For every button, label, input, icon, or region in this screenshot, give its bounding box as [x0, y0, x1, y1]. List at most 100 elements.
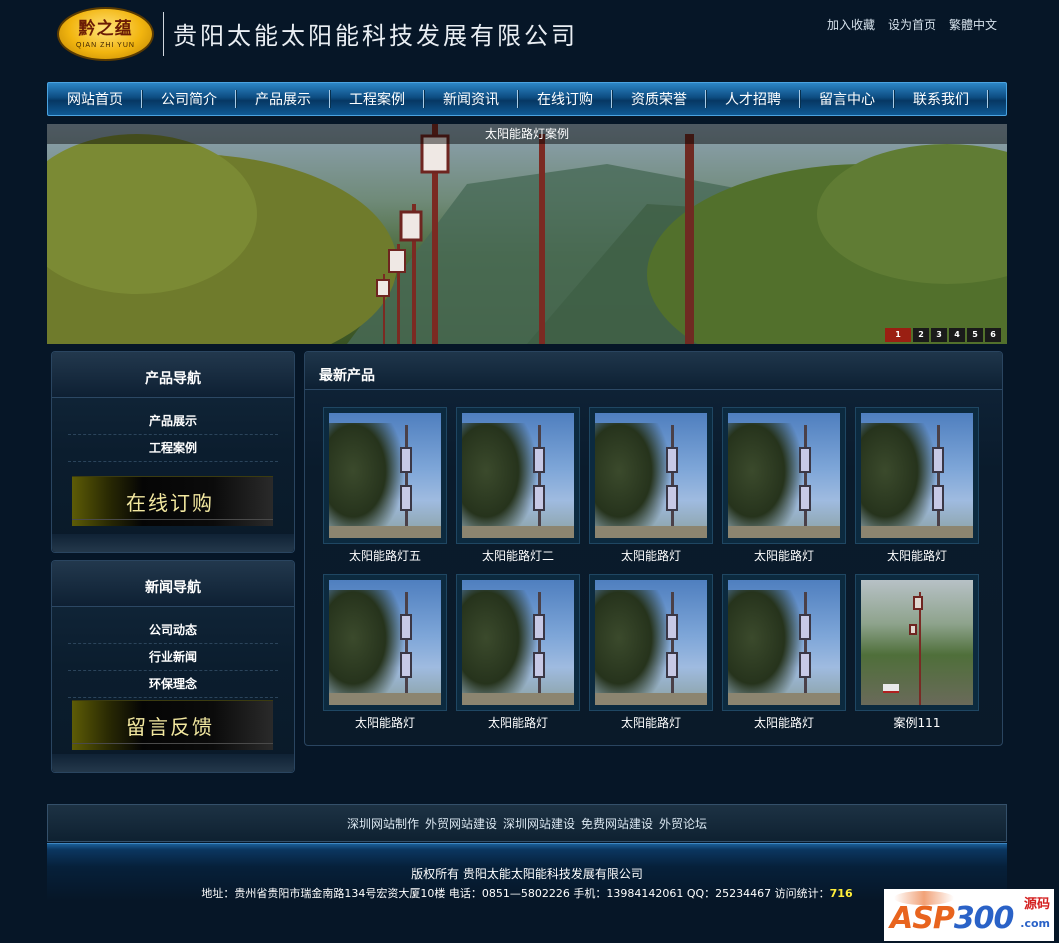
news-nav-box: 新闻导航 公司动态 行业新闻 环保理念 留言反馈 [51, 560, 295, 773]
banner-page-6[interactable]: 6 [985, 328, 1001, 342]
logo-text: 黔之蕴 [78, 18, 133, 39]
product-nav-link-products[interactable]: 产品展示 [68, 408, 278, 435]
set-homepage-link[interactable]: 设为首页 [888, 16, 936, 33]
banner-page-5[interactable]: 5 [967, 328, 983, 342]
nav-cases[interactable]: 工程案例 [330, 89, 424, 109]
company-name: 贵阳太能太阳能科技发展有限公司 [173, 22, 578, 50]
asp300-watermark-logo: ASP300 源码 .com [884, 889, 1054, 941]
product-label[interactable]: 太阳能路灯二 [456, 547, 580, 564]
product-label[interactable]: 案例111 [855, 714, 979, 731]
product-thumbnail[interactable] [722, 574, 846, 711]
product-thumbnail[interactable] [589, 574, 713, 711]
product-thumbnail[interactable] [855, 407, 979, 544]
product-card[interactable]: 太阳能路灯五 [323, 407, 447, 570]
product-grid: 太阳能路灯五 太阳能路灯二 太阳能路灯 太阳能路灯 太阳能路灯 太阳能路灯 太阳… [323, 407, 979, 737]
product-card[interactable]: 太阳能路灯 [855, 407, 979, 570]
product-card[interactable]: 太阳能路灯 [722, 574, 846, 737]
product-thumbnail[interactable] [323, 574, 447, 711]
footer: 版权所有 贵阳太能太阳能科技发展有限公司 地址：贵州省贵阳市瑞金南路134号宏资… [47, 843, 1007, 901]
nav-products[interactable]: 产品展示 [236, 89, 330, 109]
visit-count: 716 [829, 887, 853, 900]
product-card[interactable]: 太阳能路灯二 [456, 407, 580, 570]
product-thumbnail[interactable] [456, 574, 580, 711]
product-image [329, 580, 441, 705]
news-nav-footer [52, 754, 294, 772]
product-nav-footer [52, 534, 294, 552]
product-nav-link-cases[interactable]: 工程案例 [68, 435, 278, 462]
add-favorite-link[interactable]: 加入收藏 [827, 16, 875, 33]
product-nav-box: 产品导航 产品展示 工程案例 在线订购 [51, 351, 295, 553]
banner-image [47, 124, 1007, 344]
banner-slideshow[interactable]: 太阳能路灯案例 1 2 3 4 5 6 [47, 124, 1007, 344]
friend-link[interactable]: 外贸论坛 [659, 815, 707, 832]
banner-pagination: 1 2 3 4 5 6 [885, 328, 1001, 342]
product-card[interactable]: 太阳能路灯 [589, 407, 713, 570]
logo-subtext: QIAN ZHI YUN [76, 41, 135, 49]
product-image [595, 413, 707, 538]
product-label[interactable]: 太阳能路灯 [722, 714, 846, 731]
friend-links-bar: 深圳网站制作 外贸网站建设 深圳网站建设 免费网站建设 外贸论坛 [47, 804, 1007, 842]
top-links: 加入收藏 设为首页 繁體中文 [827, 16, 997, 33]
watermark-brand: ASP300 [890, 901, 1014, 936]
product-image [861, 580, 973, 705]
product-card[interactable]: 太阳能路灯 [456, 574, 580, 737]
contact-info: 地址：贵州省贵阳市瑞金南路134号宏资大厦10楼 电话：0851—5802226… [47, 885, 1007, 901]
news-nav-list: 公司动态 行业新闻 环保理念 [52, 607, 294, 698]
page: 黔之蕴 QIAN ZHI YUN 贵阳太能太阳能科技发展有限公司 加入收藏 设为… [0, 0, 1059, 943]
banner-page-2[interactable]: 2 [913, 328, 929, 342]
banner-page-4[interactable]: 4 [949, 328, 965, 342]
copyright-text: 版权所有 贵阳太能太阳能科技发展有限公司 [411, 867, 643, 881]
logo[interactable]: 黔之蕴 QIAN ZHI YUN [57, 7, 154, 61]
nav-contact[interactable]: 联系我们 [894, 89, 988, 109]
header: 黔之蕴 QIAN ZHI YUN 贵阳太能太阳能科技发展有限公司 加入收藏 设为… [47, 0, 1007, 80]
product-label[interactable]: 太阳能路灯 [323, 714, 447, 731]
product-label[interactable]: 太阳能路灯 [589, 547, 713, 564]
news-nav-link-industry[interactable]: 行业新闻 [68, 644, 278, 671]
guestbook-banner[interactable]: 留言反馈 [72, 700, 273, 750]
nav-jobs[interactable]: 人才招聘 [706, 89, 800, 109]
banner-page-1[interactable]: 1 [885, 328, 911, 342]
watermark-cn: 源码 [1023, 897, 1050, 912]
address-text: 地址：贵州省贵阳市瑞金南路134号宏资大厦10楼 电话：0851—5802226… [201, 887, 830, 900]
product-label[interactable]: 太阳能路灯 [589, 714, 713, 731]
friend-link[interactable]: 深圳网站制作 [347, 815, 419, 832]
product-image [462, 580, 574, 705]
product-thumbnail[interactable] [456, 407, 580, 544]
product-thumbnail[interactable] [722, 407, 846, 544]
latest-products-panel: 最新产品 太阳能路灯五 太阳能路灯二 太阳能路灯 太阳能路灯 太阳能路灯 太阳能… [304, 351, 1003, 746]
latest-products-title: 最新产品 [305, 352, 1002, 390]
product-image [728, 580, 840, 705]
news-nav-title: 新闻导航 [52, 561, 294, 607]
product-label[interactable]: 太阳能路灯 [722, 547, 846, 564]
product-card[interactable]: 案例111 [855, 574, 979, 737]
traditional-chinese-link[interactable]: 繁體中文 [949, 16, 997, 33]
banner-page-3[interactable]: 3 [931, 328, 947, 342]
nav-about[interactable]: 公司简介 [142, 89, 236, 109]
news-nav-link-eco[interactable]: 环保理念 [68, 671, 278, 698]
nav-honors[interactable]: 资质荣誉 [612, 89, 706, 109]
product-image [861, 413, 973, 538]
banner-caption: 太阳能路灯案例 [47, 124, 1007, 144]
nav-order[interactable]: 在线订购 [518, 89, 612, 109]
news-nav-link-company[interactable]: 公司动态 [68, 617, 278, 644]
product-label[interactable]: 太阳能路灯 [855, 547, 979, 564]
product-card[interactable]: 太阳能路灯 [589, 574, 713, 737]
watermark-com: .com [1020, 917, 1050, 930]
product-thumbnail[interactable] [323, 407, 447, 544]
friend-link[interactable]: 深圳网站建设 [503, 815, 575, 832]
nav-news[interactable]: 新闻资讯 [424, 89, 518, 109]
product-nav-list: 产品展示 工程案例 [52, 398, 294, 462]
product-thumbnail[interactable] [589, 407, 713, 544]
nav-home[interactable]: 网站首页 [48, 89, 142, 109]
product-thumbnail[interactable] [855, 574, 979, 711]
product-card[interactable]: 太阳能路灯 [722, 407, 846, 570]
product-image [595, 580, 707, 705]
friend-link[interactable]: 外贸网站建设 [425, 815, 497, 832]
product-card[interactable]: 太阳能路灯 [323, 574, 447, 737]
friend-link[interactable]: 免费网站建设 [581, 815, 653, 832]
product-label[interactable]: 太阳能路灯 [456, 714, 580, 731]
online-order-banner[interactable]: 在线订购 [72, 476, 273, 526]
nav-guestbook[interactable]: 留言中心 [800, 89, 894, 109]
product-image [728, 413, 840, 538]
product-label[interactable]: 太阳能路灯五 [323, 547, 447, 564]
